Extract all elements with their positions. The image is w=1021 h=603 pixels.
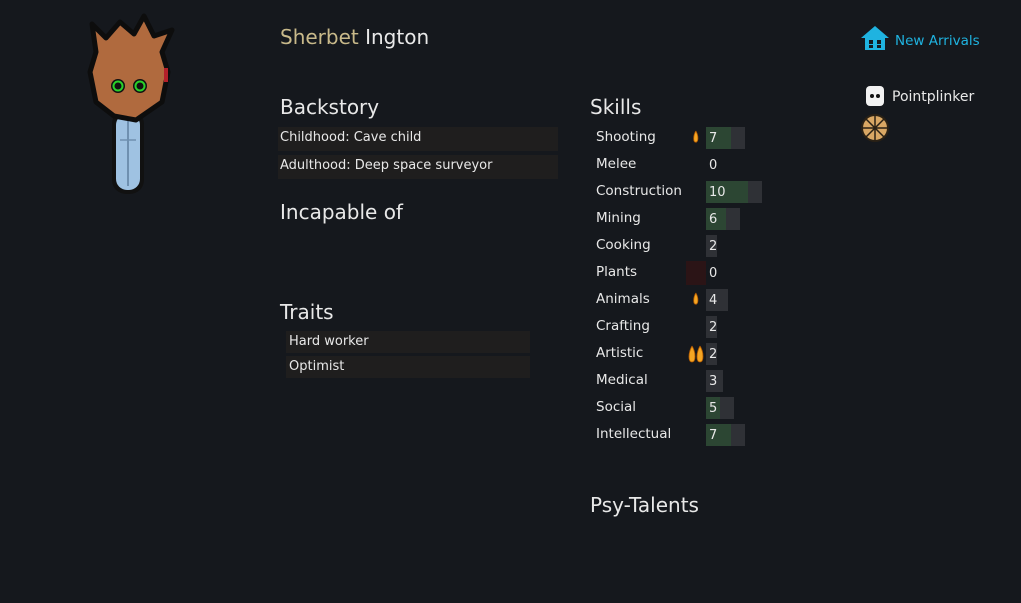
faction-label: New Arrivals [895, 33, 980, 49]
skill-row-animals[interactable]: Animals 4 [590, 287, 790, 311]
skill-name: Cooking [596, 237, 651, 253]
backstory-title: Backstory [280, 95, 380, 119]
minor-passion-icon [693, 130, 699, 143]
skill-name: Intellectual [596, 426, 672, 442]
childhood-backstory[interactable]: Childhood: Cave child [278, 127, 558, 151]
skill-row-intellectual[interactable]: Intellectual 7 [590, 422, 790, 446]
skill-row-shooting[interactable]: Shooting 7 [590, 125, 790, 149]
trait-label: Optimist [289, 359, 345, 374]
childhood-label: Childhood: Cave child [280, 130, 422, 145]
skill-name: Artistic [596, 345, 644, 361]
trait-label: Hard worker [289, 334, 369, 349]
skill-level: 10 [709, 185, 726, 200]
skill-name: Plants [596, 264, 638, 280]
ideoligion-label: Pointplinker [892, 89, 975, 105]
traits-title: Traits [280, 300, 334, 324]
adulthood-label: Adulthood: Deep space surveyor [280, 158, 493, 173]
skill-row-mining[interactable]: Mining 6 [590, 206, 790, 230]
skill-row-construction[interactable]: Construction 10 [590, 179, 790, 203]
faction-link[interactable]: New Arrivals [860, 25, 990, 55]
skill-row-social[interactable]: Social 5 [590, 395, 790, 419]
skill-name: Social [596, 399, 637, 415]
ideoligion-link[interactable]: Pointplinker [865, 85, 985, 109]
character-name: Sherbet Ington [280, 25, 429, 49]
skill-row-melee[interactable]: Melee 0 [590, 152, 790, 176]
trait-item[interactable]: Optimist [286, 356, 530, 378]
skill-level: 2 [709, 320, 718, 335]
home-icon [861, 26, 889, 50]
trait-item[interactable]: Hard worker [286, 331, 530, 353]
skill-level: 5 [709, 401, 718, 416]
skill-level: 7 [709, 131, 718, 146]
character-portrait [87, 13, 175, 194]
skill-name: Mining [596, 210, 641, 226]
minor-passion-icon [693, 292, 699, 305]
incapable-title: Incapable of [280, 200, 403, 224]
major-passion-icon [688, 345, 704, 363]
skill-name: Construction [596, 183, 682, 199]
skill-level: 7 [709, 428, 718, 443]
skill-level: 6 [709, 212, 718, 227]
first-name: Sherbet [280, 25, 359, 49]
skill-level: 2 [709, 239, 718, 254]
ideoligion-icon [866, 86, 884, 106]
last-name: Ington [365, 25, 430, 49]
skill-name: Medical [596, 372, 648, 388]
skill-level: 2 [709, 347, 718, 362]
psy-talents-title: Psy-Talents [590, 493, 699, 517]
skill-row-medical[interactable]: Medical 3 [590, 368, 790, 392]
skill-level: 0 [709, 158, 718, 173]
skills-title: Skills [590, 95, 642, 119]
skill-row-artistic[interactable]: Artistic 2 [590, 341, 790, 365]
skill-level: 4 [709, 293, 718, 308]
skill-name: Melee [596, 156, 637, 172]
skill-row-plants[interactable]: Plants 0 [590, 260, 790, 285]
skill-level: 0 [709, 266, 718, 281]
skill-name: Crafting [596, 318, 650, 334]
skill-row-cooking[interactable]: Cooking 2 [590, 233, 790, 257]
skills-list: Shooting 7 Melee 0 Construction 10 Mining 6 Cook… [590, 125, 790, 455]
skill-disabled-marker [686, 261, 706, 285]
role-wheel-icon[interactable] [860, 113, 890, 143]
skill-level: 3 [709, 374, 718, 389]
skill-name: Animals [596, 291, 650, 307]
skill-name: Shooting [596, 129, 656, 145]
adulthood-backstory[interactable]: Adulthood: Deep space surveyor [278, 155, 558, 179]
skill-row-crafting[interactable]: Crafting 2 [590, 314, 790, 338]
